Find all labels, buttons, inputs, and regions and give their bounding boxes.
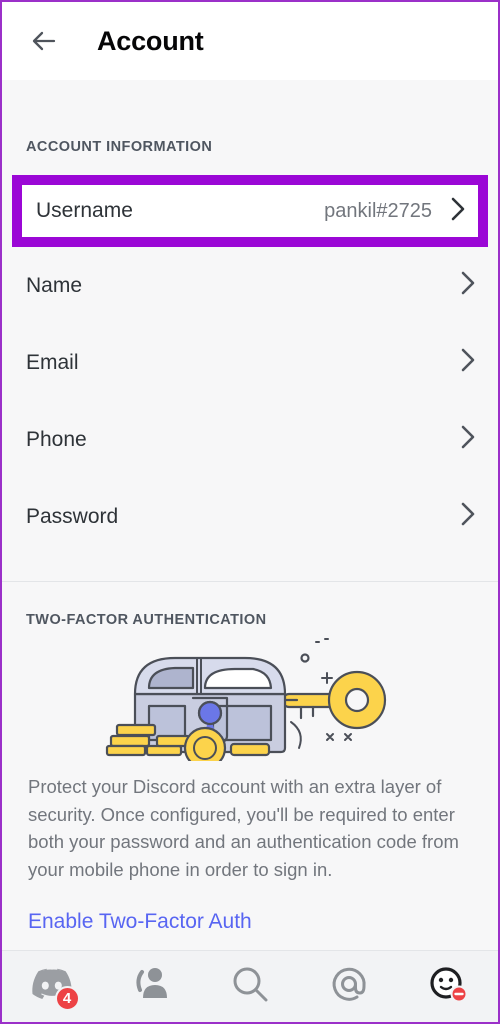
settings-content: ACCOUNT INFORMATION Username pankil#2725…: [2, 80, 498, 1022]
nav-profile-tab[interactable]: [399, 951, 498, 1022]
chevron-right-icon: [460, 501, 476, 532]
row-name-right: [460, 270, 476, 301]
chevron-right-icon: [460, 347, 476, 378]
user-avatar-icon: [426, 964, 470, 1009]
nav-friends-tab[interactable]: [101, 951, 200, 1022]
nav-mentions-tab[interactable]: [300, 951, 399, 1022]
row-phone-label: Phone: [26, 427, 87, 451]
row-username-label: Username: [36, 199, 133, 222]
chevron-right-icon: [460, 270, 476, 301]
nav-servers-tab[interactable]: 4: [2, 951, 101, 1022]
nav-friends-icon-box: [125, 964, 177, 1010]
back-button[interactable]: [22, 19, 66, 63]
at-mention-icon: [329, 964, 369, 1009]
row-email[interactable]: Email: [2, 324, 498, 401]
row-email-label: Email: [26, 350, 79, 374]
nav-search-icon-box: [224, 964, 276, 1010]
row-password[interactable]: Password: [2, 478, 498, 555]
row-name-label: Name: [26, 273, 83, 297]
row-email-right: [460, 347, 476, 378]
servers-unread-badge: 4: [54, 985, 80, 1011]
nav-servers-icon-box: 4: [26, 964, 80, 1011]
row-password-right: [460, 501, 476, 532]
row-username-right: pankil#2725: [324, 196, 466, 227]
row-username[interactable]: Username pankil#2725: [12, 175, 488, 247]
app-header: Account: [2, 2, 498, 80]
nav-mentions-icon-box: [323, 964, 375, 1010]
row-password-label: Password: [26, 504, 119, 528]
chevron-right-icon: [460, 424, 476, 455]
chevron-right-icon: [450, 196, 466, 227]
phone-screen: Account ACCOUNT INFORMATION Username pan…: [0, 0, 500, 1024]
account-information-section-label: ACCOUNT INFORMATION: [26, 139, 213, 155]
row-name[interactable]: Name: [2, 247, 498, 324]
two-factor-description: Protect your Discord account with an ext…: [28, 776, 459, 880]
row-username-value: pankil#2725: [324, 199, 432, 222]
bottom-navigation-bar: 4: [2, 950, 498, 1022]
row-phone[interactable]: Phone: [2, 401, 498, 478]
nav-profile-icon-box: [422, 964, 474, 1010]
search-icon: [230, 964, 270, 1009]
page-title: Account: [97, 25, 204, 56]
arrow-left-icon: [29, 26, 59, 56]
row-phone-right: [460, 424, 476, 455]
account-rows: Username pankil#2725 Name Email Phone Pa…: [2, 175, 498, 555]
nav-search-tab[interactable]: [200, 951, 299, 1022]
enable-two-factor-auth-link[interactable]: Enable Two-Factor Auth: [2, 910, 498, 934]
treasure-chest-key-illustration: [2, 636, 498, 761]
two-factor-section-label: TWO-FACTOR AUTHENTICATION: [26, 612, 267, 628]
friends-icon: [131, 966, 171, 1007]
